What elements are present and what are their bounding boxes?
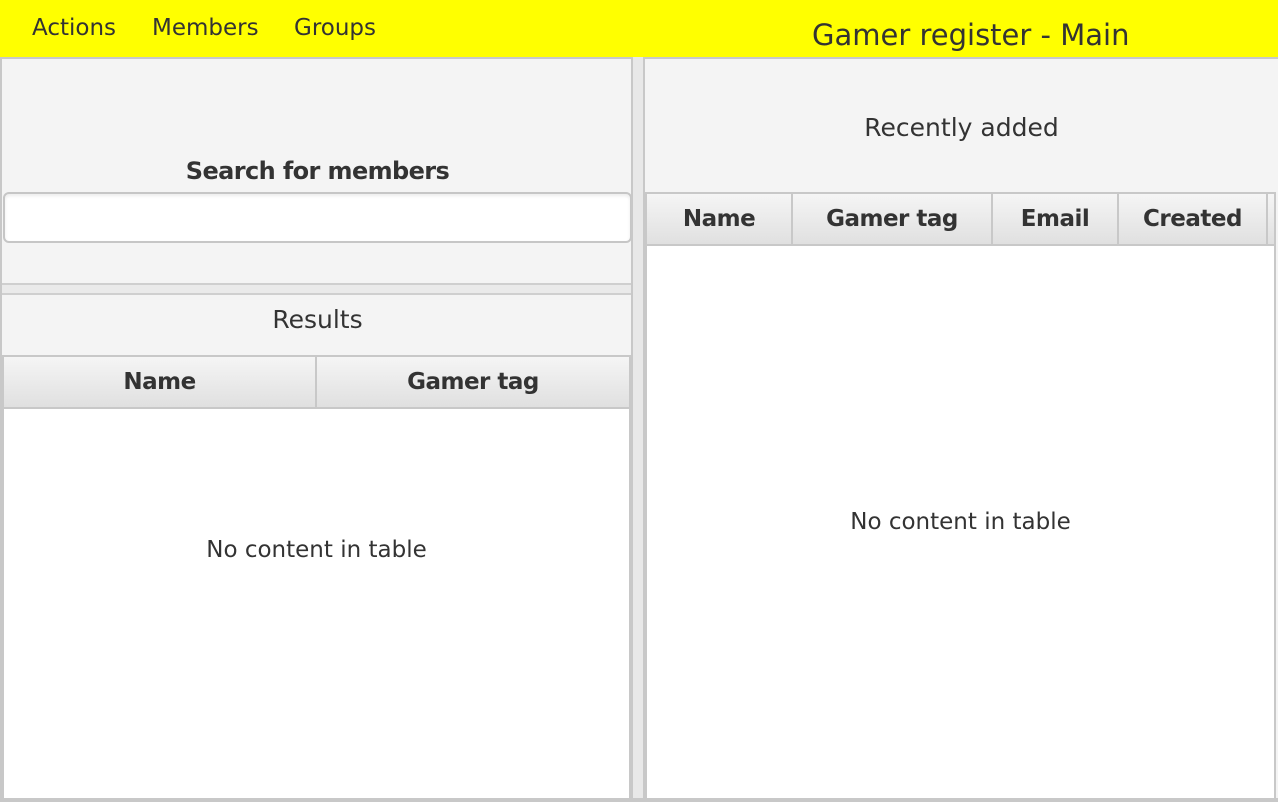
window-bottom-edge	[0, 798, 1278, 802]
recent-empty-placeholder: No content in table	[850, 509, 1071, 535]
window-title: Gamer register - Main	[812, 18, 1130, 52]
recent-pane: Recently added Name Gamer tag Email Crea…	[645, 57, 1278, 802]
results-table-header: Name Gamer tag	[4, 357, 629, 409]
search-input[interactable]	[3, 192, 632, 243]
recent-title: Recently added	[864, 113, 1059, 142]
recent-table-header: Name Gamer tag Email Created	[647, 194, 1274, 246]
results-empty-placeholder: No content in table	[206, 537, 427, 563]
menu-members[interactable]: Members	[152, 12, 259, 44]
results-table[interactable]: Name Gamer tag No content in table	[2, 355, 631, 802]
section-divider[interactable]	[2, 283, 633, 295]
recent-column-email[interactable]: Email	[993, 194, 1119, 244]
recent-column-filler	[1268, 194, 1274, 244]
recent-column-gamer-tag[interactable]: Gamer tag	[793, 194, 993, 244]
results-title: Results	[272, 305, 363, 334]
split-pane-divider[interactable]	[631, 57, 645, 802]
menu-bar: Actions Members Groups Gamer register - …	[0, 0, 1278, 57]
results-column-name[interactable]: Name	[4, 357, 317, 407]
menu-groups[interactable]: Groups	[294, 12, 376, 44]
recent-column-name[interactable]: Name	[647, 194, 793, 244]
recent-column-created[interactable]: Created	[1119, 194, 1268, 244]
results-column-gamer-tag[interactable]: Gamer tag	[317, 357, 629, 407]
menu-actions[interactable]: Actions	[32, 12, 116, 44]
search-pane: Search for members Results Name Gamer ta…	[0, 57, 633, 802]
search-heading: Search for members	[185, 157, 450, 185]
recent-table[interactable]: Name Gamer tag Email Created No content …	[645, 192, 1276, 802]
